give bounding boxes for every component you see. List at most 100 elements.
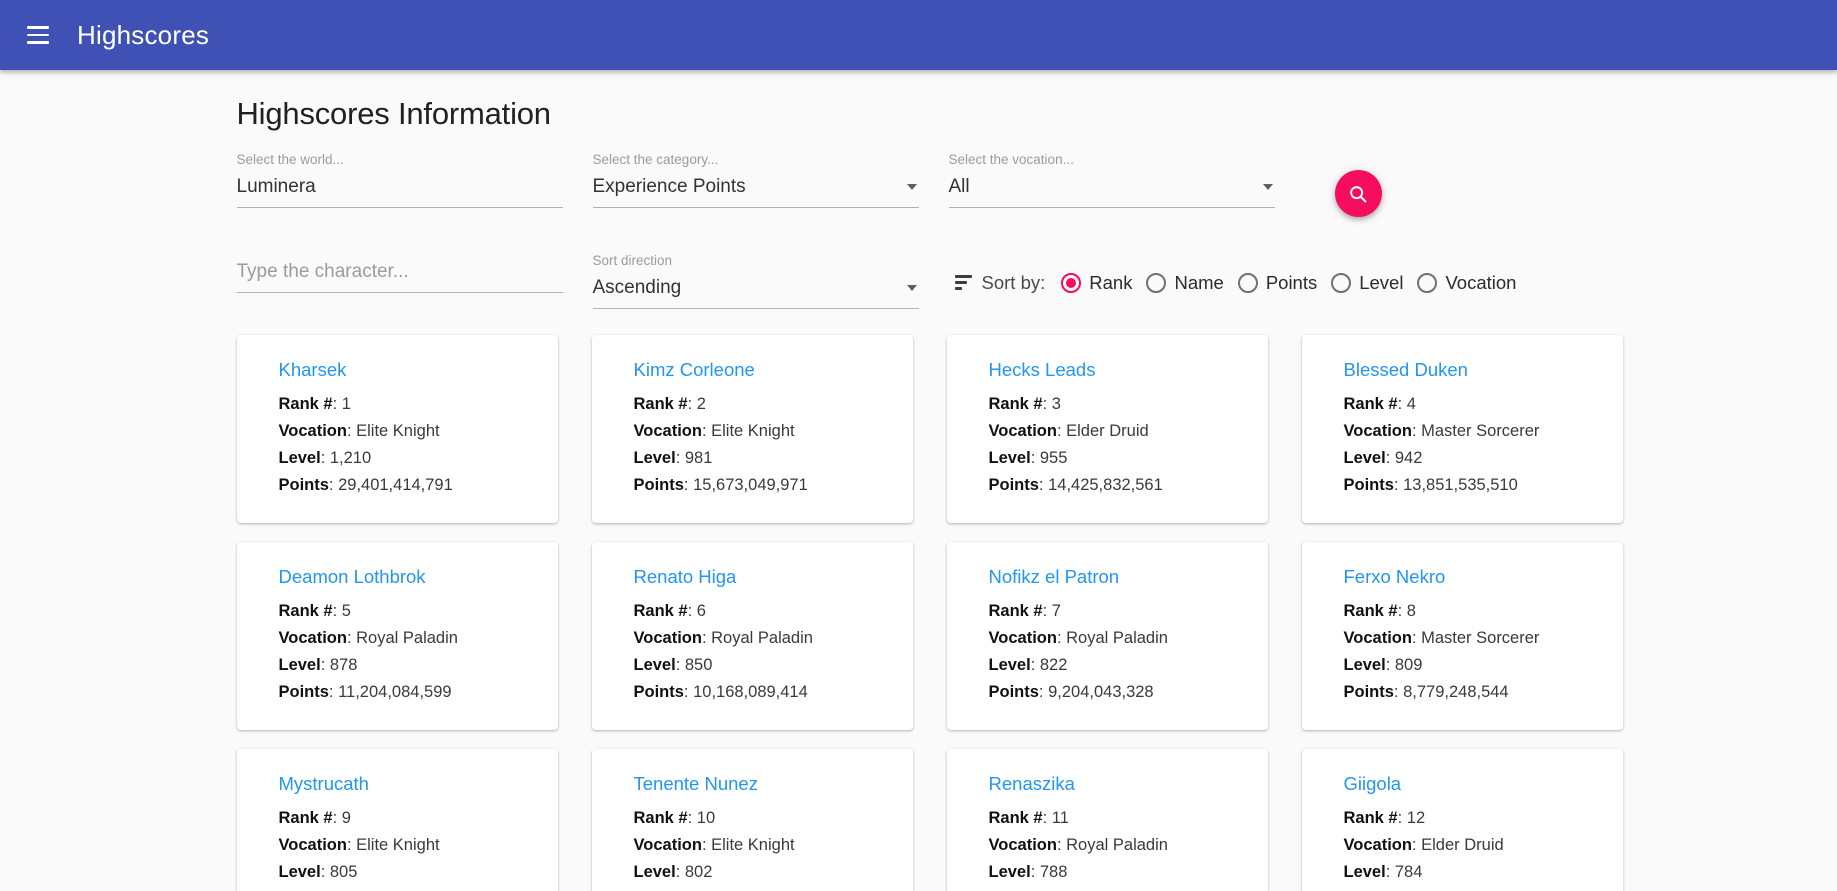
card-level-line: Level: 788 [988, 863, 1068, 881]
filters-form: Select the world... Luminera Select the … [236, 138, 1634, 309]
character-name-link[interactable]: Nofikz el Patron [989, 564, 1120, 590]
highscore-card[interactable]: Hecks Leads Rank #: 3 Vocation: Elder Drui… [946, 335, 1268, 523]
radio-icon-rank[interactable] [1061, 272, 1082, 293]
card-level-line: Level: 981 [633, 449, 713, 467]
sort-option-vocation[interactable]: Vocation [1417, 272, 1516, 294]
card-level-value: 981 [684, 449, 713, 467]
character-field[interactable]: Type the character... [236, 239, 563, 309]
category-field-control[interactable]: Experience Points [592, 175, 919, 208]
character-name-link[interactable]: Giigola [1344, 771, 1402, 797]
card-rank-value: 1 [341, 395, 351, 413]
highscore-card[interactable]: Blessed Duken Rank #: 4 Vocation: Master S… [1301, 335, 1623, 523]
character-name-link[interactable]: Ferxo Nekro [1344, 564, 1446, 590]
highscore-card[interactable]: Mystrucath Rank #: 9 Vocation: Elite Knigh… [236, 749, 558, 891]
card-rank-value: 11 [1051, 809, 1069, 827]
card-rank-label: Rank # [633, 395, 688, 413]
highscore-card[interactable]: Tenente Nunez Rank #: 10 Vocation: Elite K… [591, 749, 913, 891]
sort-by-label: Sort by: [981, 271, 1046, 293]
character-name-link[interactable]: Mystrucath [279, 771, 369, 797]
search-button[interactable] [1334, 170, 1382, 217]
card-points-value: 29,401,414,791 [338, 476, 453, 494]
card-vocation-label: Vocation [1343, 422, 1412, 440]
card-points-line: Points: 10,168,089,414 [633, 683, 808, 701]
card-vocation-value: Master Sorcerer [1421, 422, 1540, 440]
card-rank-label: Rank # [988, 602, 1043, 620]
card-vocation-label: Vocation [278, 836, 347, 854]
character-name-link[interactable]: Kimz Corleone [634, 357, 755, 383]
card-level-value: 850 [684, 656, 713, 674]
chevron-down-icon[interactable] [1262, 184, 1273, 190]
card-level-line: Level: 809 [1343, 656, 1423, 674]
world-field-control[interactable]: Luminera [236, 175, 563, 208]
character-field-control[interactable]: Type the character... [236, 260, 563, 293]
card-vocation-line: Vocation: Royal Paladin [988, 836, 1168, 854]
card-rank-line: Rank #: 9 [278, 809, 351, 827]
card-rank-value: 10 [696, 809, 716, 827]
character-name-link[interactable]: Kharsek [279, 357, 347, 383]
sort-option-rank[interactable]: Rank [1061, 272, 1132, 294]
radio-icon-vocation[interactable] [1417, 272, 1438, 293]
card-rank-value: 8 [1406, 602, 1416, 620]
highscore-card[interactable]: Giigola Rank #: 12 Vocation: Elder Druid Le… [1301, 749, 1623, 891]
highscore-card[interactable]: Nofikz el Patron Rank #: 7 Vocation: Royal… [946, 542, 1268, 730]
radio-icon-name[interactable] [1146, 272, 1167, 293]
highscore-card[interactable]: Kharsek Rank #: 1 Vocation: Elite Knight Le… [236, 335, 558, 523]
card-points-label: Points [633, 476, 684, 494]
world-field[interactable]: Select the world... Luminera [236, 138, 563, 217]
card-vocation-line: Vocation: Elite Knight [278, 422, 440, 440]
card-points-line: Points: 15,673,049,971 [633, 476, 808, 494]
card-points-line: Points: 7,971,153,410 [1344, 886, 1595, 891]
card-rank-line: Rank #: 10 [633, 809, 716, 827]
highscore-card[interactable]: Kimz Corleone Rank #: 2 Vocation: Elite Kn… [591, 335, 913, 523]
sort-line-2 [954, 281, 967, 284]
highscore-card[interactable]: Renato Higa Rank #: 6 Vocation: Royal Pala… [591, 542, 913, 730]
card-vocation-label: Vocation [1343, 836, 1412, 854]
card-points-line: Points: 8,649,836,582 [279, 886, 530, 891]
vocation-field-label: Select the vocation... [948, 152, 1074, 167]
card-rank-value: 6 [696, 602, 706, 620]
chevron-down-icon[interactable] [906, 184, 917, 190]
sort-option-level[interactable]: Level [1331, 272, 1403, 294]
vocation-field-control[interactable]: All [948, 175, 1275, 208]
character-search-input[interactable]: Type the character... [237, 260, 409, 284]
card-points-label: Points [1343, 476, 1394, 494]
character-name-link[interactable]: Deamon Lothbrok [279, 564, 426, 590]
highscore-card[interactable]: Ferxo Nekro Rank #: 8 Vocation: Master Sor… [1301, 542, 1623, 730]
sort-line-1 [954, 275, 972, 278]
menu-bar-1 [27, 26, 49, 29]
card-points-line: Points: 8,779,248,544 [1343, 683, 1509, 701]
highscore-card[interactable]: Renaszika Rank #: 11 Vocation: Royal Palad… [946, 749, 1268, 891]
card-vocation-line: Vocation: Elder Druid [988, 422, 1149, 440]
chevron-down-icon[interactable] [906, 285, 917, 291]
app-header: Highscores [0, 0, 1837, 70]
card-rank-value: 3 [1051, 395, 1061, 413]
sort-direction-field[interactable]: Sort direction Ascending [592, 239, 919, 309]
highscore-card[interactable]: Deamon Lothbrok Rank #: 5 Vocation: Royal … [236, 542, 558, 730]
character-name-link[interactable]: Renato Higa [634, 564, 737, 590]
card-vocation-label: Vocation [633, 629, 702, 647]
character-name-link[interactable]: Blessed Duken [1344, 357, 1468, 383]
character-name-link[interactable]: Tenente Nunez [634, 771, 758, 797]
card-points-line: Points: 13,851,535,510 [1343, 476, 1518, 494]
card-vocation-value: Royal Paladin [1066, 629, 1168, 647]
vocation-field[interactable]: Select the vocation... All [948, 138, 1275, 217]
sort-option-points[interactable]: Points [1237, 272, 1317, 294]
card-vocation-value: Elder Druid [1066, 422, 1149, 440]
radio-icon-level[interactable] [1331, 272, 1352, 293]
sort-direction-field-control[interactable]: Ascending [592, 276, 919, 309]
card-rank-label: Rank # [988, 809, 1043, 827]
card-level-label: Level [278, 863, 321, 881]
radio-icon-points[interactable] [1237, 272, 1258, 293]
card-points-label: Points [633, 683, 684, 701]
hamburger-menu-icon[interactable] [18, 15, 58, 55]
category-field[interactable]: Select the category... Experience Points [592, 138, 919, 217]
sort-option-name[interactable]: Name [1146, 272, 1224, 294]
card-rank-line: Rank #: 1 [278, 395, 351, 413]
card-level-value: 878 [329, 656, 358, 674]
sort-by-group: Sort by: Rank Name Points Level Vocation [954, 256, 1634, 309]
card-vocation-line: Vocation: Master Sorcerer [1343, 422, 1540, 440]
character-name-link[interactable]: Renaszika [989, 771, 1075, 797]
character-name-link[interactable]: Hecks Leads [989, 357, 1096, 383]
card-points-label: Points [988, 683, 1039, 701]
card-vocation-label: Vocation [633, 422, 702, 440]
